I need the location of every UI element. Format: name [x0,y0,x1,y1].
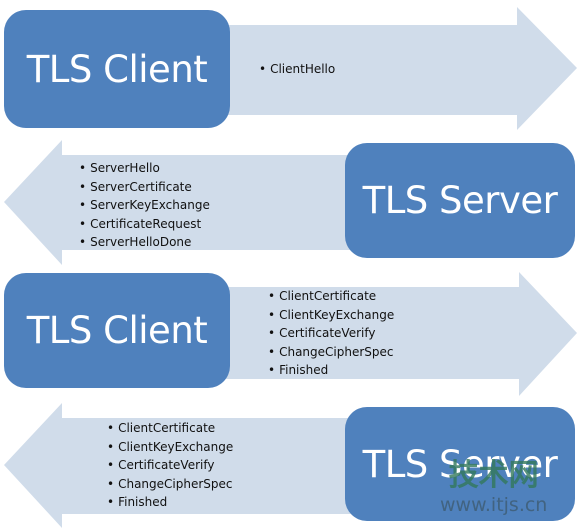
tls-handshake-diagram: TLS Client ClientHello TLS Server Server… [0,0,580,531]
message-list-4: ClientCertificate ClientKeyExchange Cert… [107,419,233,512]
tls-client-box-1: TLS Client [4,10,230,128]
entity-label: TLS Server [362,179,558,222]
message-list-1: ClientHello [259,60,335,79]
message-item: ChangeCipherSpec [268,343,394,362]
entity-label: TLS Client [26,47,208,91]
message-item: ClientHello [259,60,335,79]
message-item: ServerHello [79,159,210,178]
message-item: Finished [107,493,233,512]
watermark: 技术网 www.itjs.cn [440,450,547,516]
message-item: ClientKeyExchange [107,438,233,457]
message-item: ServerCertificate [79,178,210,197]
message-item: CertificateVerify [107,456,233,475]
message-item: ClientKeyExchange [268,306,394,325]
message-item: CertificateVerify [268,324,394,343]
watermark-url: www.itjs.cn [440,494,548,516]
message-item: ClientCertificate [107,419,233,438]
message-item: ClientCertificate [268,287,394,306]
tls-server-box-2: TLS Server [345,143,575,258]
message-item: Finished [268,361,394,380]
entity-label: TLS Client [26,309,208,352]
watermark-name: 技术网 [448,458,539,493]
message-item: ChangeCipherSpec [107,475,233,494]
tls-client-box-3: TLS Client [4,273,230,388]
message-item: ServerHelloDone [79,233,210,252]
message-item: ServerKeyExchange [79,196,210,215]
message-list-2: ServerHello ServerCertificate ServerKeyE… [79,159,210,252]
message-list-3: ClientCertificate ClientKeyExchange Cert… [268,287,394,380]
message-item: CertificateRequest [79,215,210,234]
